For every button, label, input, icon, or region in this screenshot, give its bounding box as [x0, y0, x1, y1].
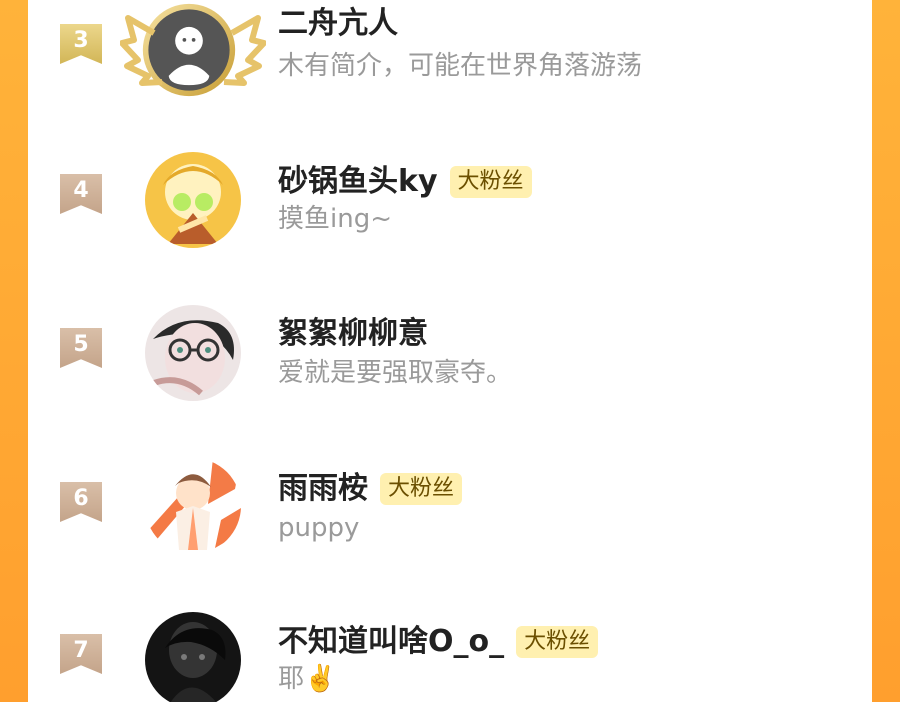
list-item[interactable]: 5 絮絮柳柳意 爱就是要强取豪夺。: [28, 294, 872, 414]
avatar[interactable]: [145, 305, 241, 401]
user-bio: 木有简介，可能在世界角落游荡: [278, 51, 643, 81]
avatar[interactable]: [145, 612, 241, 702]
gold-wings-icon: [120, 15, 266, 86]
rank-badge: 5: [60, 328, 102, 368]
leaderboard-card: 3 二舟亢人 木有简介，可能在世界角落游荡 4 砂锅鱼头ky 大粉丝 摸鱼ing…: [28, 0, 872, 702]
anime-character-avatar-icon: [145, 152, 241, 248]
fan-badge: 大粉丝: [380, 473, 463, 505]
leaderboard-screen: 3 二舟亢人 木有简介，可能在世界角落游荡 4 砂锅鱼头ky 大粉丝 摸鱼ing…: [0, 0, 900, 702]
list-item[interactable]: 6 雨雨桉 大粉丝 puppy: [28, 448, 872, 568]
fan-badge: 大粉丝: [449, 166, 532, 198]
user-name[interactable]: 二舟亢人: [278, 5, 398, 43]
fan-badge: 大粉丝: [516, 626, 599, 658]
user-bio: puppy: [278, 513, 360, 543]
list-item[interactable]: 4 砂锅鱼头ky 大粉丝 摸鱼ing~: [28, 140, 872, 260]
user-name-line: 二舟亢人: [278, 5, 398, 43]
dark-photo-avatar-icon: [145, 612, 241, 702]
rank-badge: 3: [60, 24, 102, 64]
user-name-line: 不知道叫啥O_o_ 大粉丝: [278, 623, 599, 661]
user-bio: 摸鱼ing~: [278, 204, 392, 234]
rank-badge: 7: [60, 634, 102, 674]
rank-badge: 6: [60, 482, 102, 522]
rank-badge: 4: [60, 174, 102, 214]
user-name[interactable]: 絮絮柳柳意: [278, 315, 428, 353]
illustrated-character-avatar-icon: [145, 458, 241, 554]
user-name[interactable]: 雨雨桉: [278, 470, 368, 508]
user-bio: 爱就是要强取豪夺。: [278, 358, 513, 388]
user-name-line: 雨雨桉 大粉丝: [278, 470, 463, 508]
user-name[interactable]: 不知道叫啥O_o_: [278, 623, 504, 661]
list-item[interactable]: 3 二舟亢人 木有简介，可能在世界角落游荡: [28, 0, 872, 112]
avatar[interactable]: [145, 458, 241, 554]
user-name-line: 絮絮柳柳意: [278, 315, 428, 353]
avatar[interactable]: [145, 152, 241, 248]
list-item[interactable]: 7 不知道叫啥O_o_ 大粉丝 耶✌️: [28, 600, 872, 702]
user-bio: 耶✌️: [278, 664, 337, 694]
glasses-character-avatar-icon: [145, 305, 241, 401]
user-name[interactable]: 砂锅鱼头ky: [278, 163, 438, 201]
user-name-line: 砂锅鱼头ky 大粉丝: [278, 163, 532, 201]
